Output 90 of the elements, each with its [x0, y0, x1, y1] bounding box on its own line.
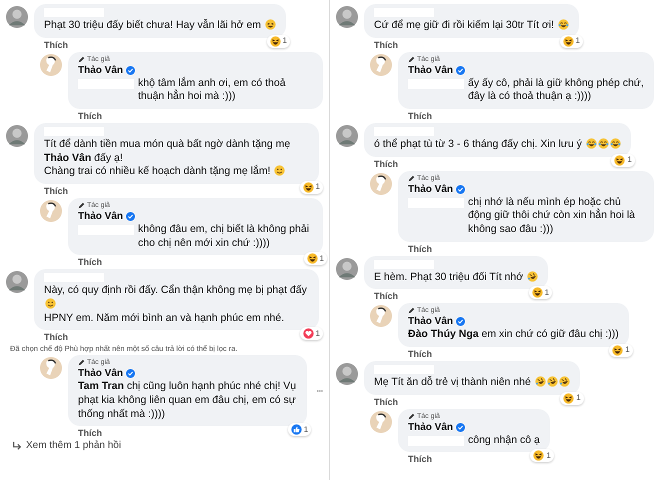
- like-link[interactable]: Thích: [374, 291, 398, 302]
- avatar[interactable]: [336, 6, 358, 28]
- avatar[interactable]: [6, 125, 28, 148]
- author-name[interactable]: Thảo Vân: [408, 64, 454, 77]
- like-link[interactable]: Thích: [44, 332, 68, 342]
- comment-text: E hèm. Phạt 30 triệu đối Tít nhớ: [374, 270, 524, 283]
- smiling-face-icon: [274, 165, 286, 176]
- more-options-icon[interactable]: [317, 388, 323, 393]
- comment-text: Phạt 30 triệu đấy biết chưa! Hay vẫn lãi hở em: [44, 19, 262, 31]
- view-more-replies-link[interactable]: Xem thêm 1 phản hồi: [26, 440, 122, 452]
- pen-icon: [78, 56, 85, 63]
- avatar[interactable]: [370, 172, 392, 195]
- author-name[interactable]: Thảo Vân: [78, 367, 124, 380]
- tears-of-joy-icon: [586, 138, 597, 150]
- verified-icon: [126, 66, 136, 75]
- author-name[interactable]: Thảo Vân: [408, 420, 454, 434]
- comment-text: chị nhớ là nếu mình ép hoặc chủ động giữ thôi chứ còn xin hẳn hoi là không sao đâu :))): [468, 196, 636, 237]
- verified-icon: [126, 212, 136, 222]
- avatar[interactable]: [6, 6, 28, 28]
- comment-text: Tít để dành tiền mua món quà bất ngờ dành tặng mẹ Thảo Vân đấy ạ!: [44, 138, 290, 164]
- reaction-count[interactable]: 1: [611, 154, 635, 167]
- comment-text: Chàng trai có nhiều kế hoạch dành tặng mẹ lắm!: [44, 165, 270, 178]
- avatar[interactable]: [40, 54, 62, 76]
- like-link[interactable]: Thích: [408, 111, 432, 122]
- like-link[interactable]: Thích: [78, 428, 102, 438]
- reaction-count[interactable]: 1: [266, 34, 290, 48]
- author-name[interactable]: Thảo Vân: [78, 64, 124, 77]
- verified-icon: [456, 317, 466, 326]
- comment-text: không đâu em, chị biết là không phải cho chị nên mới xin chứ :)))): [138, 223, 310, 250]
- comment-text: công nhận cô ạ: [468, 434, 540, 448]
- reaction-count[interactable]: 1: [300, 327, 323, 340]
- comment-text: Tam Tran chị cũng luôn hạnh phúc nhé chị! Vụ phạt kia không liên quan em đâu chị, em có sự thống nhất mà :)))): [78, 380, 296, 420]
- comment-text: khộ tâm lắm anh ơi, em có thoả thuận hẳn hoi mà :))): [138, 76, 287, 104]
- rolling-laughing-icon: [546, 376, 558, 388]
- like-link[interactable]: Thích: [78, 257, 102, 268]
- avatar[interactable]: [40, 200, 62, 222]
- reaction-count[interactable]: 1: [560, 34, 583, 48]
- tears-of-joy-icon: [598, 138, 609, 150]
- pen-icon: [408, 307, 415, 314]
- pen-icon: [78, 359, 85, 366]
- reply-arrow-icon: [12, 440, 22, 451]
- avatar[interactable]: [6, 271, 28, 294]
- comment-text: Đào Thúy Nga em xin chứ có giữ đâu chị :))): [408, 328, 619, 340]
- rolling-laughing-icon: [527, 270, 538, 282]
- comment-text: Này, có quy định rồi đấy. Cẩn thận không mẹ bị phạt đấy: [44, 284, 307, 296]
- comment-text: ó thể phạt tù từ 3 - 6 tháng đấy chị. Xin lưu ý: [374, 138, 582, 150]
- avatar[interactable]: [336, 258, 358, 280]
- pen-icon: [78, 202, 85, 209]
- author-name[interactable]: Thảo Vân: [78, 210, 124, 224]
- verified-icon: [126, 369, 136, 378]
- comment-text: Mẹ Tít ăn dỗ trẻ vị thành niên nhé: [374, 376, 531, 388]
- like-link[interactable]: Thích: [78, 111, 102, 122]
- reaction-count[interactable]: 1: [304, 252, 327, 266]
- like-link[interactable]: Thích: [374, 158, 398, 169]
- verified-icon: [456, 422, 466, 432]
- grinning-face-icon: [264, 19, 276, 30]
- avatar[interactable]: [40, 357, 62, 380]
- verified-icon: [456, 66, 466, 75]
- pen-icon: [408, 56, 415, 63]
- avatar[interactable]: [370, 305, 392, 328]
- comment-text: Cứ để mẹ giữ đi rồi kiếm lại 30tr Tít ơi!: [374, 19, 554, 31]
- rolling-laughing-icon: [558, 376, 570, 388]
- comment-text: HPNY em. Năm mới bình an và hạnh phúc em nhé.: [44, 312, 284, 324]
- author-name[interactable]: Thảo Vân: [408, 182, 454, 196]
- avatar[interactable]: [370, 410, 392, 433]
- verified-icon: [456, 184, 466, 194]
- tears-of-joy-icon: [610, 138, 621, 150]
- rolling-laughing-icon: [534, 376, 546, 388]
- reaction-count[interactable]: 1: [560, 392, 584, 405]
- like-link[interactable]: Thích: [408, 244, 432, 254]
- avatar[interactable]: [336, 125, 358, 148]
- like-link[interactable]: Thích: [408, 454, 432, 464]
- reaction-count[interactable]: 1: [288, 423, 312, 436]
- reaction-count[interactable]: 1: [609, 344, 633, 358]
- like-link[interactable]: Thích: [374, 40, 398, 50]
- tears-of-joy-icon: [558, 19, 569, 30]
- like-link[interactable]: Thích: [374, 396, 398, 407]
- reaction-count[interactable]: 1: [528, 286, 552, 300]
- author-name[interactable]: Thảo Vân: [408, 315, 454, 328]
- pen-icon: [408, 412, 415, 420]
- like-link[interactable]: Thích: [408, 349, 432, 360]
- like-link[interactable]: Thích: [44, 186, 68, 196]
- smiling-face-icon: [45, 298, 56, 309]
- reaction-count[interactable]: 1: [300, 180, 323, 194]
- avatar[interactable]: [336, 363, 358, 386]
- pen-icon: [408, 174, 415, 182]
- reaction-count[interactable]: 1: [530, 449, 554, 462]
- avatar[interactable]: [370, 54, 392, 76]
- comment-text: ấy ấy cô, phải là giữ không phép chứ, đây là có thoả thuận ạ :)))): [468, 76, 644, 104]
- like-link[interactable]: Thích: [44, 40, 68, 50]
